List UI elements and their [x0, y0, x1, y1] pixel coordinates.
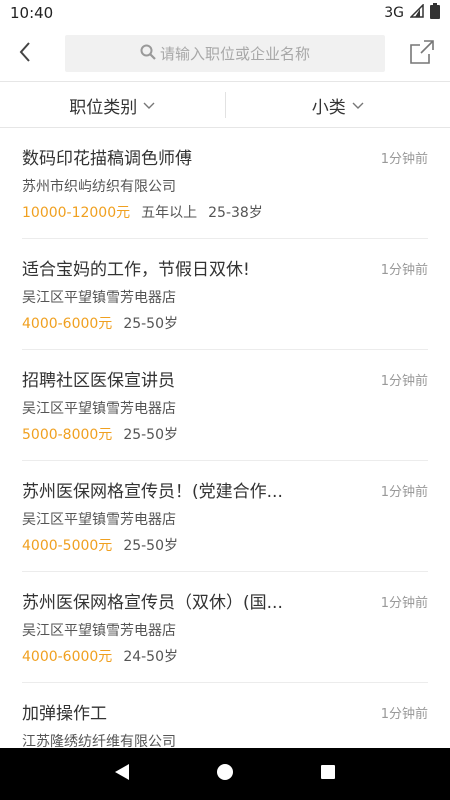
job-salary: 5000-8000元 [22, 427, 113, 443]
job-meta: 4000-6000元 25-50岁 [22, 313, 178, 333]
job-age: 24-50岁 [123, 649, 178, 665]
job-salary: 4000-6000元 [22, 649, 113, 665]
search-placeholder: 请输入职位或企业名称 [159, 45, 310, 63]
filter-category[interactable]: 职位类别 [0, 82, 225, 128]
share-button[interactable] [408, 40, 436, 68]
job-age: 25-50岁 [123, 427, 178, 443]
job-meta: 10000-12000元 五年以上 25-38岁 [22, 202, 263, 222]
status-time: 10:40 [10, 4, 54, 22]
share-icon [409, 39, 435, 69]
job-age: 25-50岁 [123, 538, 178, 554]
nav-recents-button[interactable] [308, 754, 348, 794]
chevron-left-icon [18, 41, 32, 67]
battery-icon [430, 3, 440, 23]
system-nav-bar [0, 748, 450, 800]
filter-subcategory[interactable]: 小类 [226, 82, 450, 128]
job-company: 苏州市织屿纺织有限公司 [22, 179, 176, 195]
nav-home-button[interactable] [205, 754, 245, 794]
job-item[interactable]: 数码印花描稿调色师傅 1分钟前 苏州市织屿纺织有限公司 10000-12000元… [22, 128, 428, 239]
job-time: 1分钟前 [380, 263, 428, 278]
job-salary: 4000-6000元 [22, 316, 113, 332]
job-time: 1分钟前 [380, 374, 428, 389]
job-item[interactable]: 苏州医保网格宣传员（双休）(国... 1分钟前 吴江区平望镇雪芳电器店 4000… [22, 572, 428, 683]
job-company: 江苏隆绣纺纤维有限公司 [22, 734, 176, 748]
job-title: 苏州医保网格宣传员！(党建合作... [22, 482, 283, 502]
job-title: 数码印花描稿调色师傅 [22, 149, 192, 169]
job-item[interactable]: 苏州医保网格宣传员！(党建合作... 1分钟前 吴江区平望镇雪芳电器店 4000… [22, 461, 428, 572]
search-input[interactable]: 请输入职位或企业名称 [65, 35, 385, 72]
job-title: 适合宝妈的工作，节假日双休! [22, 260, 250, 280]
job-item[interactable]: 招聘社区医保宣讲员 1分钟前 吴江区平望镇雪芳电器店 5000-8000元 25… [22, 350, 428, 461]
job-time: 1分钟前 [380, 707, 428, 722]
filter-bar: 职位类别 小类 [0, 82, 450, 128]
status-icons: 3G [384, 3, 440, 23]
job-list: 数码印花描稿调色师傅 1分钟前 苏州市织屿纺织有限公司 10000-12000元… [0, 128, 450, 748]
filter-category-label: 职位类别 [69, 97, 138, 118]
job-experience: 五年以上 [141, 205, 198, 221]
job-meta: 4000-6000元 24-50岁 [22, 646, 178, 666]
search-icon [140, 44, 156, 64]
circle-home-icon [216, 763, 234, 785]
job-meta: 4000-5000元 25-50岁 [22, 535, 178, 555]
triangle-back-icon [114, 763, 130, 785]
job-meta: 5000-8000元 25-50岁 [22, 424, 178, 444]
job-company: 吴江区平望镇雪芳电器店 [22, 290, 176, 306]
network-type: 3G [384, 5, 404, 21]
top-bar: 请输入职位或企业名称 [0, 26, 450, 82]
chevron-down-icon [352, 95, 364, 115]
job-time: 1分钟前 [380, 152, 428, 167]
job-salary: 10000-12000元 [22, 205, 131, 221]
job-time: 1分钟前 [380, 485, 428, 500]
nav-back-button[interactable] [102, 754, 142, 794]
square-recents-icon [320, 764, 336, 784]
job-title: 苏州医保网格宣传员（双休）(国... [22, 593, 283, 613]
job-age: 25-50岁 [123, 316, 178, 332]
job-company: 吴江区平望镇雪芳电器店 [22, 401, 176, 417]
back-button[interactable] [0, 26, 50, 82]
job-age: 25-38岁 [208, 205, 263, 221]
job-item[interactable]: 适合宝妈的工作，节假日双休! 1分钟前 吴江区平望镇雪芳电器店 4000-600… [22, 239, 428, 350]
filter-subcategory-label: 小类 [311, 97, 346, 118]
chevron-down-icon [143, 95, 155, 115]
status-bar: 10:40 3G [0, 0, 450, 26]
job-item[interactable]: 加弹操作工 1分钟前 江苏隆绣纺纤维有限公司 [22, 683, 428, 748]
job-salary: 4000-5000元 [22, 538, 113, 554]
job-title: 招聘社区医保宣讲员 [22, 371, 175, 391]
job-time: 1分钟前 [380, 596, 428, 611]
job-company: 吴江区平望镇雪芳电器店 [22, 623, 176, 639]
job-company: 吴江区平望镇雪芳电器店 [22, 512, 176, 528]
signal-icon [409, 3, 424, 22]
job-title: 加弹操作工 [22, 704, 107, 724]
